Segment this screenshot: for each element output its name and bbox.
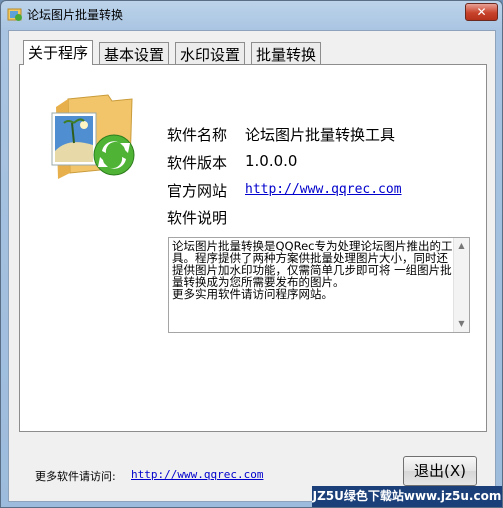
software-version-value: 1.0.0.0 (245, 152, 298, 170)
tab-basic-settings[interactable]: 基本设置 (99, 42, 170, 64)
tab-watermark-settings[interactable]: 水印设置 (175, 42, 246, 64)
window-title: 论坛图片批量转换 (27, 8, 124, 22)
description-scrollbar[interactable]: ▲ ▼ (453, 238, 469, 332)
close-icon: ✕ (476, 5, 487, 19)
main-window: 论坛图片批量转换 ✕ 关于程序 基本设置 水印设置 批量转换 软件名称 论坛图片… (0, 0, 503, 508)
software-version-label: 软件版本 (167, 154, 228, 172)
more-software-label: 更多软件请访问: (35, 470, 116, 483)
scroll-down-icon[interactable]: ▼ (456, 318, 467, 329)
software-name-value: 论坛图片批量转换工具 (245, 126, 396, 144)
more-software-link[interactable]: http://www.qqrec.com (131, 468, 263, 481)
tab-batch-convert[interactable]: 批量转换 (251, 42, 322, 64)
about-panel: 软件名称 论坛图片批量转换工具 软件版本 1.0.0.0 官方网站 http:/… (19, 64, 487, 432)
site-watermark: JZ5U绿色下载站www.jz5u.com (312, 486, 502, 507)
title-bar[interactable]: 论坛图片批量转换 ✕ (1, 1, 502, 29)
software-name-label: 软件名称 (167, 126, 228, 144)
picture-folder-icon (7, 6, 23, 22)
description-text: 论坛图片批量转换是QQRec专为处理论坛图片推出的工具。程序提供了两种方案供批量… (172, 239, 453, 301)
description-textarea[interactable]: 论坛图片批量转换是QQRec专为处理论坛图片推出的工具。程序提供了两种方案供批量… (168, 237, 470, 333)
exit-button[interactable]: 退出(X) (403, 456, 477, 486)
official-site-link[interactable]: http://www.qqrec.com (245, 182, 402, 197)
tab-about[interactable]: 关于程序 (23, 40, 94, 65)
scroll-up-icon[interactable]: ▲ (456, 240, 467, 251)
client-area: 关于程序 基本设置 水印设置 批量转换 软件名称 论坛图片批量转换工具 软件版本… (8, 30, 496, 502)
folder-sync-icon (48, 93, 136, 189)
software-description-label: 软件说明 (167, 209, 228, 227)
close-button[interactable]: ✕ (465, 3, 498, 21)
official-site-label: 官方网站 (167, 182, 228, 200)
